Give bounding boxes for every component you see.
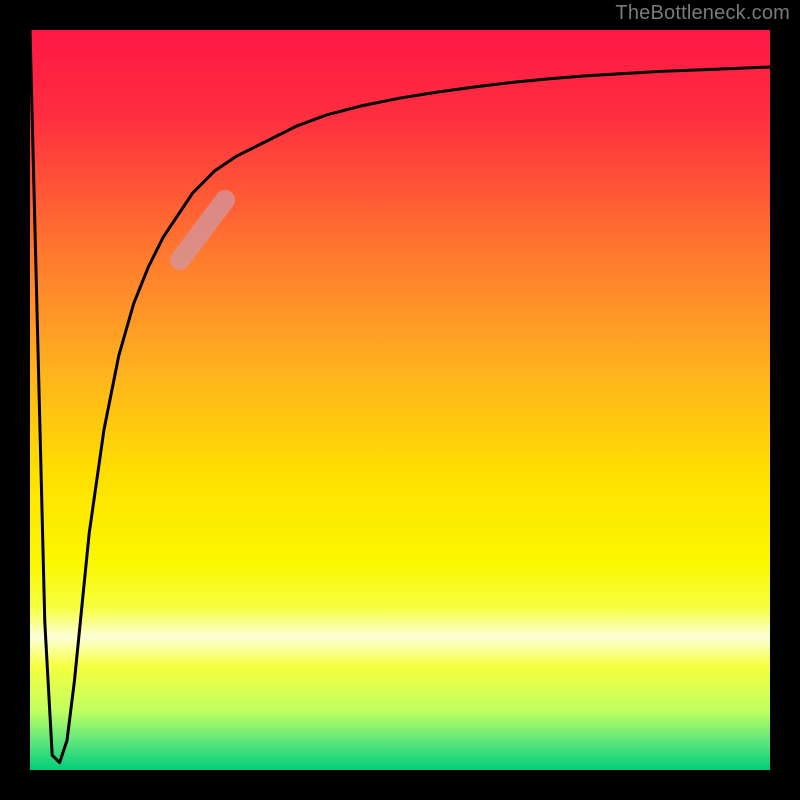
plot-svg [30,30,770,770]
chart-frame: TheBottleneck.com [0,0,800,800]
plot-area [30,30,770,770]
gradient-background [30,30,770,770]
watermark-label: TheBottleneck.com [615,2,790,25]
